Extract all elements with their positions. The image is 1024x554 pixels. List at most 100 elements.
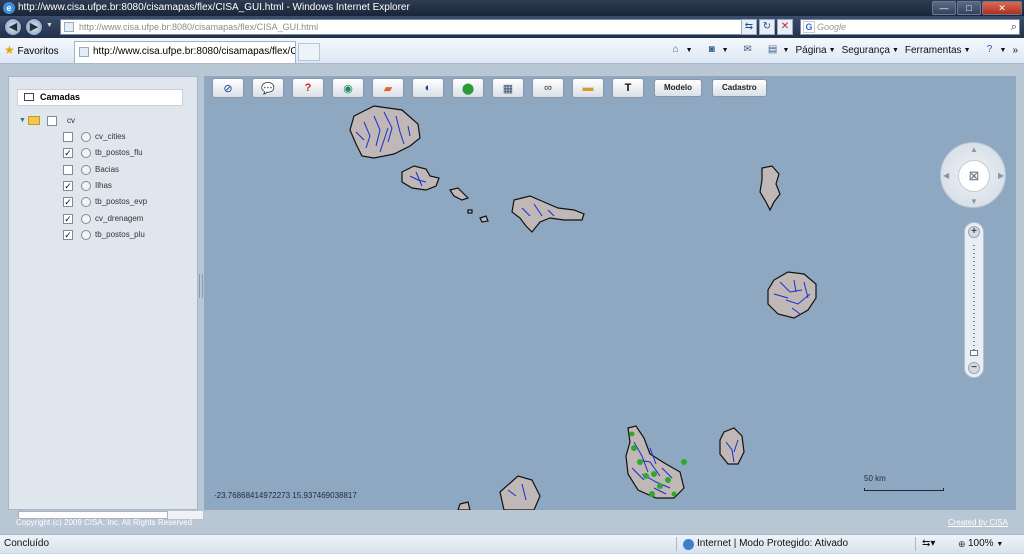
favorites-label: Favoritos (17, 46, 59, 57)
stop-icon[interactable]: ⬤ (452, 78, 484, 98)
island-sal (759, 165, 781, 212)
search-field[interactable]: G Google ⌕ (800, 19, 1020, 35)
modelo-button[interactable]: Modelo (654, 79, 702, 97)
help-icon[interactable]: ? (292, 78, 324, 98)
refresh-icon[interactable]: ↻ (759, 19, 775, 35)
feeds-icon[interactable]: ◙ (705, 44, 719, 56)
search-placeholder: Google (817, 22, 847, 32)
layer-checkbox[interactable]: ✓ (63, 197, 73, 207)
layer-row-tb-postos-plu[interactable]: ✓ tb_postos_plu (63, 229, 183, 241)
zoom-level[interactable]: ⊕ 100% ▼ (958, 535, 1003, 554)
map-toolbar: ⊘ 💬 ? ◉ ▰ ◐ ⬤ ▦ ∞ ▬ T Modelo Cadastro (212, 78, 767, 98)
protected-mode-icon[interactable]: ⇆▾ (922, 535, 935, 553)
pan-right-icon[interactable]: ▶ (998, 171, 1004, 180)
stop-icon[interactable]: ✕ (777, 19, 793, 35)
page-menu[interactable]: Página (795, 45, 826, 56)
layers-header: Camadas (17, 89, 183, 106)
pan-left-icon[interactable]: ◀ (943, 171, 949, 180)
layer-row-cv-cities[interactable]: cv_cities (63, 131, 183, 143)
layers-title: Camadas (40, 92, 81, 102)
search-icon[interactable]: ⌕ (1011, 20, 1017, 34)
minimize-button[interactable]: — (932, 1, 956, 15)
zoom-magnifier-icon: ⊕ (958, 539, 966, 549)
print-icon[interactable]: ▤ (766, 44, 780, 56)
more-commands[interactable]: » (1012, 45, 1018, 56)
layer-checkbox[interactable] (63, 132, 73, 142)
forward-button[interactable]: ▶ (25, 18, 43, 36)
mail-icon[interactable]: ✉ (741, 44, 755, 56)
safety-menu[interactable]: Segurança (842, 45, 890, 56)
full-extent-icon[interactable]: ⊠ (958, 160, 990, 192)
compass-icon[interactable]: ◐ (412, 78, 444, 98)
station-marker (637, 459, 643, 465)
station-marker (651, 471, 657, 477)
tools-menu[interactable]: Ferramentas (905, 45, 962, 56)
map-view[interactable]: ⊘ 💬 ? ◉ ▰ ◐ ⬤ ▦ ∞ ▬ T Modelo Cadastro ▲ … (204, 76, 1016, 510)
layer-checkbox[interactable]: ✓ (63, 214, 73, 224)
layer-checkbox[interactable]: ✓ (63, 148, 73, 158)
layer-checkbox[interactable]: ✓ (63, 230, 73, 240)
back-button[interactable]: ◀ (4, 18, 22, 36)
layer-radio[interactable] (81, 181, 91, 191)
tab-active[interactable]: http://www.cisa.ufpe.br:8080/cisamapas/f… (74, 41, 296, 63)
layer-row-tb-postos-evp[interactable]: ✓ tb_postos_evp (63, 196, 183, 208)
measure-table-icon[interactable]: ▦ (492, 78, 524, 98)
zoom-dropdown-icon[interactable]: ▼ (996, 541, 1003, 548)
address-bar[interactable]: http://www.cisa.ufpe.br:8080/cisamapas/f… (60, 19, 745, 35)
window-controls: — □ ✕ (932, 1, 1022, 15)
home-icon[interactable]: ⌂ (669, 44, 683, 56)
close-window-button[interactable]: ✕ (982, 1, 1022, 15)
star-icon: ★ (4, 43, 15, 57)
favorites-button[interactable]: ★ Favoritos (4, 43, 59, 57)
station-marker (649, 491, 655, 497)
world-icon[interactable]: ◉ (332, 78, 364, 98)
station-marker (665, 477, 671, 483)
layer-row-tb-postos-flu[interactable]: ✓ tb_postos_flu (63, 147, 183, 159)
zoom-in-button[interactable]: + (968, 226, 980, 238)
island-sao-vicente (401, 165, 440, 191)
panel-splitter[interactable] (199, 274, 203, 298)
zoom-track[interactable] (973, 245, 975, 355)
islet-branco (467, 209, 473, 214)
layer-radio[interactable] (81, 197, 91, 207)
islet-raso (479, 215, 489, 223)
islet-brava (457, 501, 471, 510)
layer-label: Bacias (95, 165, 120, 174)
hammer-icon[interactable]: T (612, 78, 644, 98)
layer-label: tb_postos_evp (95, 197, 148, 206)
pan-control[interactable]: ▲ ▼ ◀ ▶ ⊠ (940, 142, 1006, 208)
layer-row-ilhas[interactable]: ✓ Ilhas (63, 180, 183, 192)
layer-checkbox[interactable] (63, 165, 73, 175)
pan-up-icon[interactable]: ▲ (970, 145, 978, 154)
zoom-slider[interactable]: + − (964, 222, 984, 378)
ruler-icon[interactable]: ▬ (572, 78, 604, 98)
zoom-thumb[interactable] (970, 350, 978, 356)
pan-down-icon[interactable]: ▼ (970, 197, 978, 206)
history-dropdown-icon[interactable]: ▼ (46, 22, 53, 29)
globe-compass-icon[interactable]: ⊘ (212, 78, 244, 98)
expand-icon[interactable]: ▼ (19, 115, 26, 127)
security-zone[interactable]: Internet | Modo Protegido: Ativado (683, 535, 848, 553)
maximize-button[interactable]: □ (957, 1, 981, 15)
layer-radio[interactable] (81, 148, 91, 158)
layer-radio[interactable] (81, 165, 91, 175)
zoom-out-button[interactable]: − (968, 362, 980, 374)
status-divider (915, 537, 916, 551)
scale-line (864, 488, 944, 491)
tree-root[interactable]: ▼ cv (19, 115, 139, 127)
layer-row-cv-drenagem[interactable]: ✓ cv_drenagem (63, 213, 183, 225)
layer-radio[interactable] (81, 214, 91, 224)
cadastro-button[interactable]: Cadastro (712, 79, 767, 97)
binoculars-icon[interactable]: ∞ (532, 78, 564, 98)
help-icon[interactable]: ? (983, 44, 997, 56)
speech-bubble-icon[interactable]: 💬 (252, 78, 284, 98)
layer-radio[interactable] (81, 230, 91, 240)
new-tab-button[interactable] (298, 43, 320, 61)
layer-row-bacias[interactable]: Bacias (63, 164, 183, 176)
root-checkbox[interactable] (47, 116, 57, 126)
layer-checkbox[interactable]: ✓ (63, 181, 73, 191)
created-by-link[interactable]: Created by CISA (948, 518, 1008, 527)
layer-radio[interactable] (81, 132, 91, 142)
eraser-icon[interactable]: ▰ (372, 78, 404, 98)
compatibility-view-icon[interactable]: ⇆ (741, 19, 757, 35)
